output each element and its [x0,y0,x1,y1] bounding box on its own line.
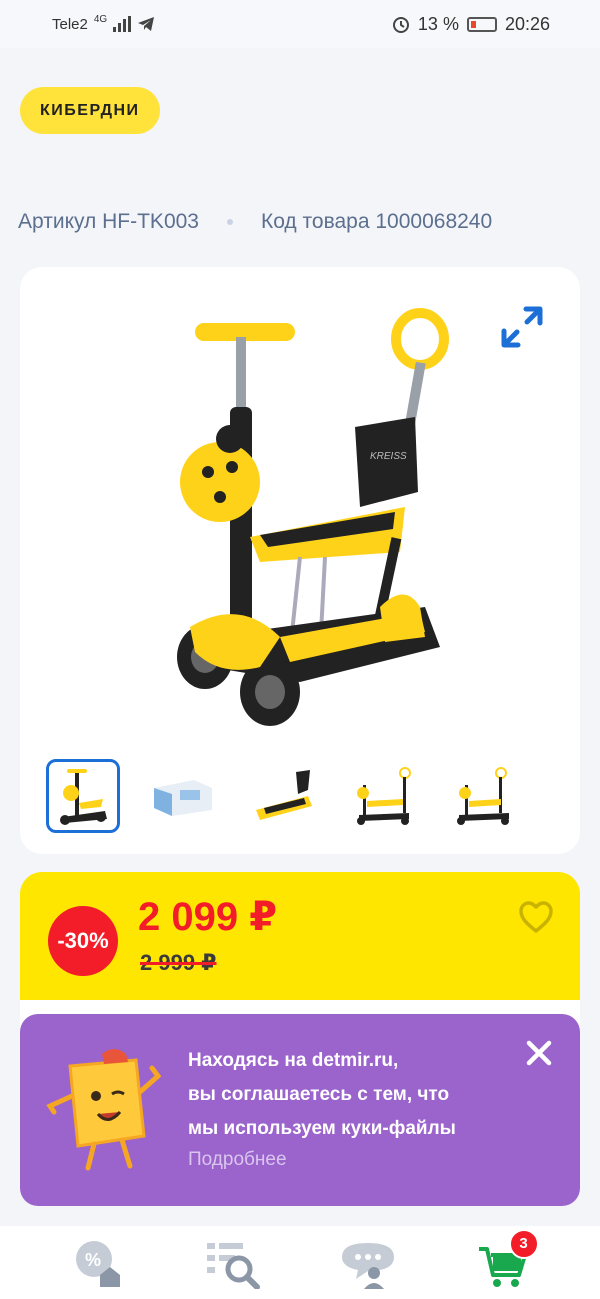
cart-count-badge: 3 [508,1228,539,1259]
cookie-line-1: Находясь на detmir.ru, [188,1050,399,1071]
svg-text:%: % [85,1250,101,1270]
cookie-more-link[interactable]: Подробнее [188,1149,287,1171]
mascot-image [46,1049,162,1171]
status-bar: Tele2 4G 13 % 20:26 [0,0,600,48]
nav-catalog[interactable] [203,1235,263,1291]
brand-chip[interactable]: КИБЕРДНИ [20,87,160,134]
thumbnail-1[interactable] [46,759,120,833]
product-code: Код товара 1000068240 [260,210,493,233]
status-left: Tele2 4G [52,13,155,33]
nav-discounts[interactable]: % [68,1235,128,1291]
nav-cart[interactable]: 3 [473,1228,539,1291]
alarm-icon [392,17,409,33]
telegram-icon [138,17,155,31]
profile-chat-icon [341,1242,394,1289]
signal-icon [113,16,132,32]
thumbnail-4[interactable] [346,759,420,833]
nav-profile[interactable] [338,1235,398,1291]
battery-percent: 13 % [417,13,459,34]
thumbnail-2[interactable] [146,759,220,833]
catalog-search-icon [206,1242,260,1289]
bottom-nav: % 3 [0,1226,600,1299]
battery-icon [466,16,497,32]
seat-brand-text: KREISS [370,451,407,462]
cookie-banner: Находясь на detmir.ru, вы соглашаетесь с… [20,1014,580,1206]
heart-icon[interactable] [518,900,554,934]
meta-separator [226,219,233,225]
cookie-line-2: вы соглашаетесь с тем, что [188,1084,450,1105]
article-number: Артикул HF-TK003 [18,210,199,233]
thumbnail-6[interactable] [546,759,580,833]
scooter-image[interactable]: KREISS [150,307,450,727]
cookie-line-3: мы используем куки-файлы [188,1118,456,1139]
clock: 20:26 [504,13,550,34]
close-icon[interactable] [526,1040,552,1066]
carrier-name: Tele2 [52,15,88,33]
gallery-thumbnails [46,759,580,833]
network-type: 4G [93,13,108,25]
thumbnail-5[interactable] [446,759,520,833]
product-meta: Артикул HF-TK003 Код товара 1000068240 [18,210,492,234]
discount-home-icon: % [75,1240,120,1287]
gallery-card: KREISS [20,267,580,854]
thumbnail-3[interactable] [246,759,320,833]
expand-icon[interactable] [500,305,544,349]
current-price: 2 099 ₽ [138,895,278,939]
discount-badge: -30% [48,906,118,976]
old-price: 2 999 ₽ [140,950,217,975]
status-right: 13 % 20:26 [392,14,550,35]
cookie-message: Находясь на detmir.ru, вы соглашаетесь с… [188,1044,456,1146]
